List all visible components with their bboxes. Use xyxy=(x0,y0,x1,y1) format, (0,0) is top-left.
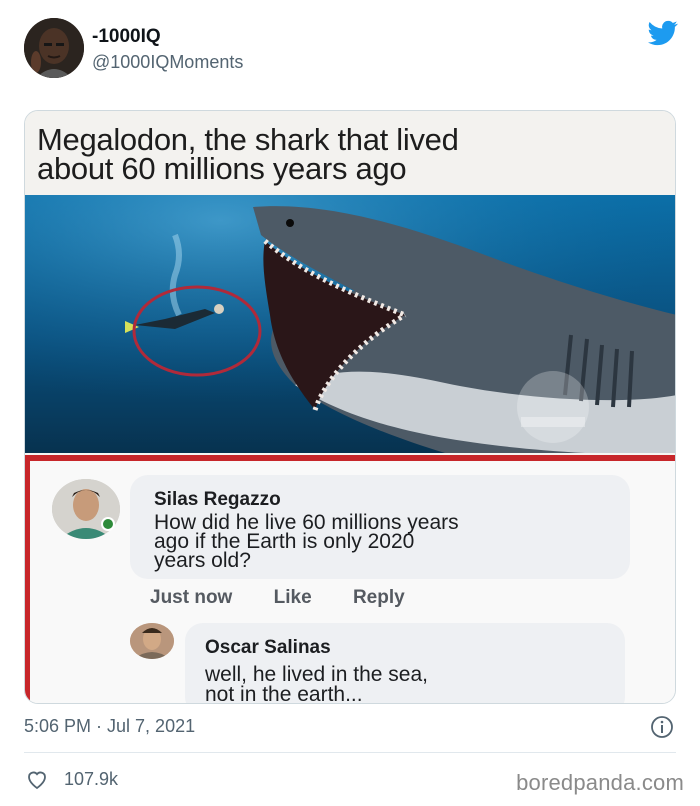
heart-icon[interactable] xyxy=(24,767,50,791)
site-watermark: boredpanda.com xyxy=(516,770,684,795)
comments-screenshot: Silas Regazzo How did he live 60 million… xyxy=(25,455,675,704)
tweet-media[interactable]: Megalodon, the shark that lived about 60… xyxy=(24,110,676,704)
twitter-bird-icon[interactable] xyxy=(646,18,680,48)
comment-text-line: years old? xyxy=(154,549,251,572)
reply-link: Reply xyxy=(352,587,405,608)
megalodon-scene-image xyxy=(25,195,675,453)
meme-title-line-1: Megalodon, the shark that lived xyxy=(37,122,459,157)
user-handle[interactable]: @1000IQMoments xyxy=(92,52,243,73)
online-status-dot xyxy=(101,517,115,531)
tweet-timestamp[interactable]: 5:06 PM · Jul 7, 2021 xyxy=(24,716,195,737)
info-icon[interactable] xyxy=(650,715,674,739)
comment-time: Just now xyxy=(150,587,233,608)
commenter-avatar-oscar xyxy=(130,623,174,659)
like-count: 107.9k xyxy=(64,769,119,789)
display-name[interactable]: -1000IQ xyxy=(92,26,161,48)
comment-text-line: not in the earth... xyxy=(205,683,363,704)
comment-bubble: Silas Regazzo How did he live 60 million… xyxy=(130,475,630,579)
comment-bubble: Oscar Salinas well, he lived in the sea,… xyxy=(185,623,625,704)
tweet-header: -1000IQ @1000IQMoments xyxy=(24,18,680,80)
divider xyxy=(24,752,676,753)
comment-author: Silas Regazzo xyxy=(154,489,281,510)
comment-author: Oscar Salinas xyxy=(205,637,331,658)
avatar[interactable] xyxy=(24,18,84,78)
meme-title: Megalodon, the shark that lived about 60… xyxy=(37,122,657,186)
meme-title-area: Megalodon, the shark that lived about 60… xyxy=(25,111,675,195)
meme-title-line-2: about 60 millions years ago xyxy=(37,151,407,186)
like-link: Like xyxy=(273,587,312,608)
comment-actions: Just now Like Reply xyxy=(150,587,441,609)
comment-text-line: well, he lived in the sea, xyxy=(205,663,428,686)
